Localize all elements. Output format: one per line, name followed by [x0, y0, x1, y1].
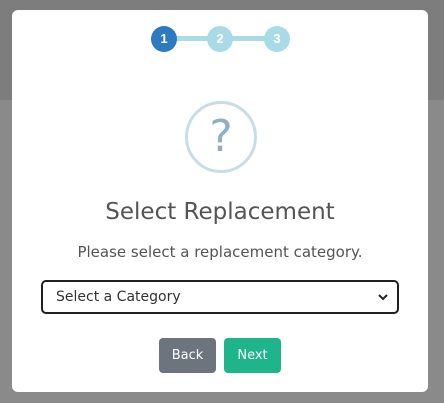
stepper-step-2: 2 — [207, 26, 233, 52]
replacement-modal: 1 2 3 ? Select Replacement Please select… — [12, 10, 428, 392]
category-select[interactable]: Select a Category — [41, 280, 399, 314]
dialog-title: Select Replacement — [105, 199, 335, 225]
category-select-value: Select a Category — [56, 289, 181, 305]
stepper-step-3: 3 — [264, 26, 290, 52]
chevron-down-icon — [378, 294, 388, 301]
back-button[interactable]: Back — [159, 338, 216, 373]
dialog-subtitle: Please select a replacement category. — [77, 243, 363, 261]
stepper-step-1: 1 — [151, 26, 177, 52]
question-circle-icon: ? — [185, 101, 257, 173]
next-button[interactable]: Next — [224, 338, 281, 373]
